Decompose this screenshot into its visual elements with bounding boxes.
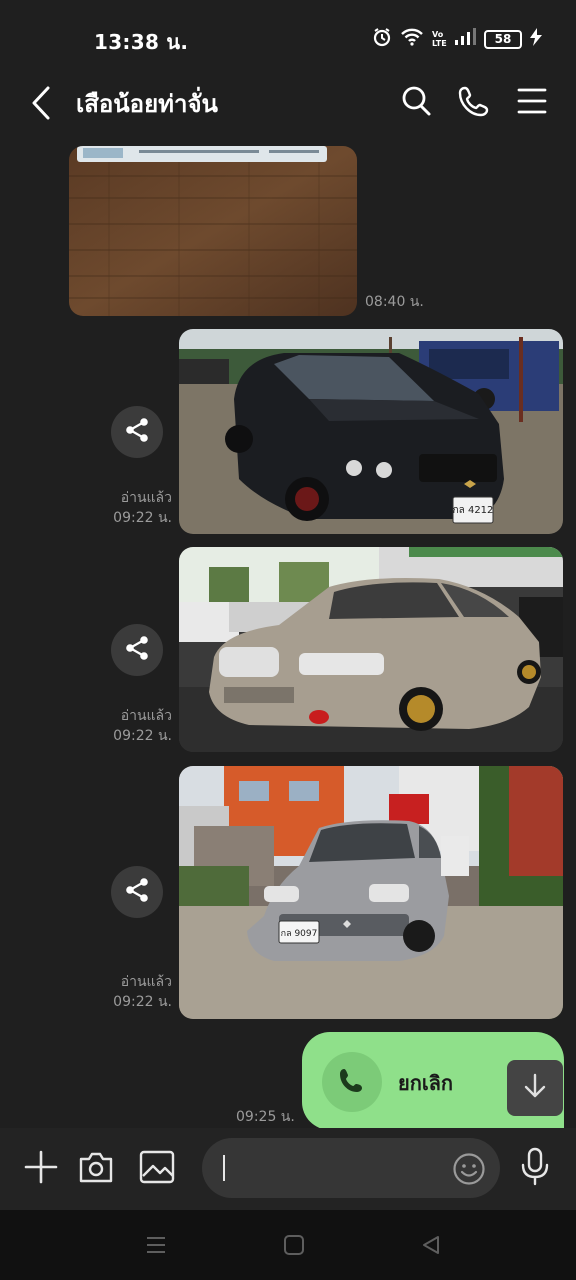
arrow-down-icon [521,1072,549,1104]
read-label: อ่านแล้ว [120,974,172,990]
share-icon [124,635,150,665]
share-icon [124,417,150,447]
scroll-to-bottom-button[interactable] [507,1060,563,1116]
read-label: อ่านแล้ว [120,708,172,724]
back-nav-icon[interactable] [420,1234,442,1260]
wifi-icon [400,27,424,51]
message-time: 09:22 น. [113,728,172,744]
home-icon[interactable] [283,1234,305,1260]
phone-icon[interactable] [458,84,490,122]
message-time: 09:22 น. [113,994,172,1010]
header-actions [400,84,548,122]
image-message-id-card[interactable] [69,146,357,316]
share-button[interactable] [111,406,163,458]
camera-icon[interactable] [78,1150,114,1188]
charging-icon [530,28,542,50]
read-receipt: อ่านแล้ว 09:22 น. [100,488,172,528]
status-time: 13:38 น. [94,30,189,54]
read-receipt: อ่านแล้ว 09:22 น. [100,706,172,746]
call-message-icon [322,1052,382,1112]
gallery-icon[interactable] [139,1150,175,1188]
volte-icon: Vo LTE [432,30,447,48]
battery-indicator: 58 [484,29,522,49]
signal-icon [454,28,476,50]
license-plate: กล 9097 [281,929,318,939]
read-label: อ่านแล้ว [120,490,172,506]
plus-icon[interactable] [24,1150,58,1188]
alarm-icon [372,27,392,51]
message-time: 09:25 น. [236,1109,295,1125]
image-message-chevrolet[interactable]: กล 4212 [179,329,563,534]
message-time: 09:22 น. [113,510,172,526]
share-button[interactable] [111,866,163,918]
message-time: 08:40 น. [365,294,424,310]
back-arrow-icon[interactable] [26,84,58,122]
text-cursor [223,1155,225,1181]
chat-title: เสือน้อยท่าจั่น [76,90,218,118]
emoji-icon[interactable] [452,1152,486,1190]
menu-icon[interactable] [516,84,548,122]
recent-apps-icon[interactable] [145,1234,167,1260]
share-button[interactable] [111,624,163,676]
share-icon [124,877,150,907]
image-message-honda[interactable]: กล 9097 [179,766,563,1019]
microphone-icon[interactable] [520,1147,550,1191]
image-message-lancer[interactable] [179,547,563,752]
phone-icon [339,1067,365,1097]
read-receipt: อ่านแล้ว 09:22 น. [100,972,172,1012]
call-cancelled-label: ยกเลิก [398,1071,454,1095]
status-icons: Vo LTE 58 [372,27,542,51]
search-icon[interactable] [400,84,432,122]
license-plate: กล 4212 [453,505,494,516]
